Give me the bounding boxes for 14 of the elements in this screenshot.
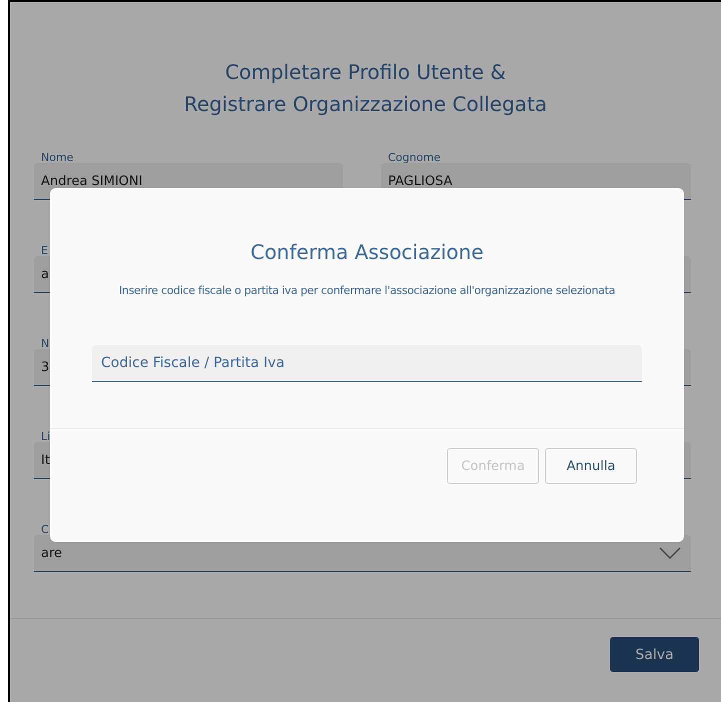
field-label: C [41, 524, 49, 535]
dialog-message: Inserire codice fiscale o partita iva per confermare l'associazione all'organizzazione selezionata [118, 284, 616, 297]
field-label: Li [41, 431, 50, 442]
chevron-down-icon [659, 547, 681, 559]
page-title: Registrare Organizzazione Collegata [182, 91, 548, 118]
field-label: Nome [41, 152, 74, 163]
dialog-title: Conferma Associazione [250, 240, 484, 264]
field-label: N [41, 338, 50, 349]
field-label: E [41, 245, 48, 256]
page-title: Completare Profilo Utente & [224, 59, 507, 86]
field-label: Cognome [388, 152, 441, 163]
cancel-button[interactable]: Annulla [545, 448, 637, 484]
input-field[interactable]: Codice Fiscale / Partita Iva [92, 345, 642, 382]
save-button[interactable]: Salva [610, 637, 699, 672]
